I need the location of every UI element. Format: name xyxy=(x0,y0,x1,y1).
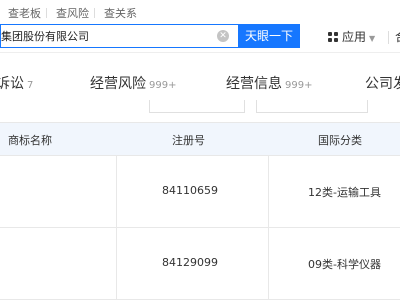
tab-company-development[interactable]: 公司发 xyxy=(365,73,400,93)
tab-count: 999+ xyxy=(285,80,313,91)
filter-dropdown[interactable] xyxy=(256,100,368,113)
chevron-down-icon: ▼ xyxy=(369,34,376,43)
filter-dropdown[interactable] xyxy=(149,100,245,113)
search-input[interactable] xyxy=(1,25,201,47)
table-row[interactable]: 84129099 09类-科学仪器 xyxy=(0,228,400,300)
tab-divider xyxy=(46,8,47,18)
column-divider xyxy=(268,156,269,300)
registration-no-cell: 84110659 xyxy=(162,184,218,197)
top-tab-risk[interactable]: 查风险 xyxy=(56,5,89,21)
column-divider xyxy=(116,156,117,300)
search-box: ✕ xyxy=(0,24,238,48)
category-cell: 09类-科学仪器 xyxy=(308,258,381,271)
table-row[interactable]: 84110659 12类-运输工具 xyxy=(0,156,400,228)
header-cut-label[interactable]: 合 xyxy=(395,28,400,45)
tab-count: 999+ xyxy=(149,80,177,91)
tab-count: 7 xyxy=(27,80,34,91)
column-header-category[interactable]: 国际分类 xyxy=(318,132,362,148)
header-divider xyxy=(388,31,389,44)
search-button[interactable]: 天眼一下 xyxy=(238,24,300,48)
tab-business-info[interactable]: 经营信息 999+ xyxy=(226,73,312,93)
column-header-registration-no[interactable]: 注册号 xyxy=(172,132,205,148)
registration-no-cell: 84129099 xyxy=(162,256,218,269)
apps-menu[interactable]: 应用 ▼ xyxy=(328,28,375,45)
apps-grid-icon xyxy=(328,32,338,42)
top-tab-relation[interactable]: 查关系 xyxy=(104,5,137,21)
apps-label: 应用 xyxy=(342,30,367,44)
table-header: 商标名称 注册号 国际分类 xyxy=(0,122,400,156)
top-tab-boss[interactable]: 查老板 xyxy=(8,5,41,21)
tab-litigation[interactable]: 诉讼 7 xyxy=(0,73,33,93)
category-cell: 12类-运输工具 xyxy=(308,186,381,199)
tab-label: 经营风险 xyxy=(90,76,146,92)
tab-label: 诉讼 xyxy=(0,76,24,92)
section-tab-bar: 诉讼7 经营风险999+ 经营信息999+ 公司发 xyxy=(0,53,400,113)
tab-label: 公司发 xyxy=(365,76,400,92)
search-bar: ✕ 天眼一下 应用▼ 合 xyxy=(0,22,400,50)
column-header-trademark-name[interactable]: 商标名称 xyxy=(8,132,52,148)
tab-label: 经营信息 xyxy=(226,76,282,92)
tab-divider xyxy=(94,8,95,18)
clear-icon[interactable]: ✕ xyxy=(217,30,229,42)
top-tab-bar: 查老板 查风险 查关系 xyxy=(0,0,400,22)
tab-business-risk[interactable]: 经营风险 999+ xyxy=(90,73,176,93)
